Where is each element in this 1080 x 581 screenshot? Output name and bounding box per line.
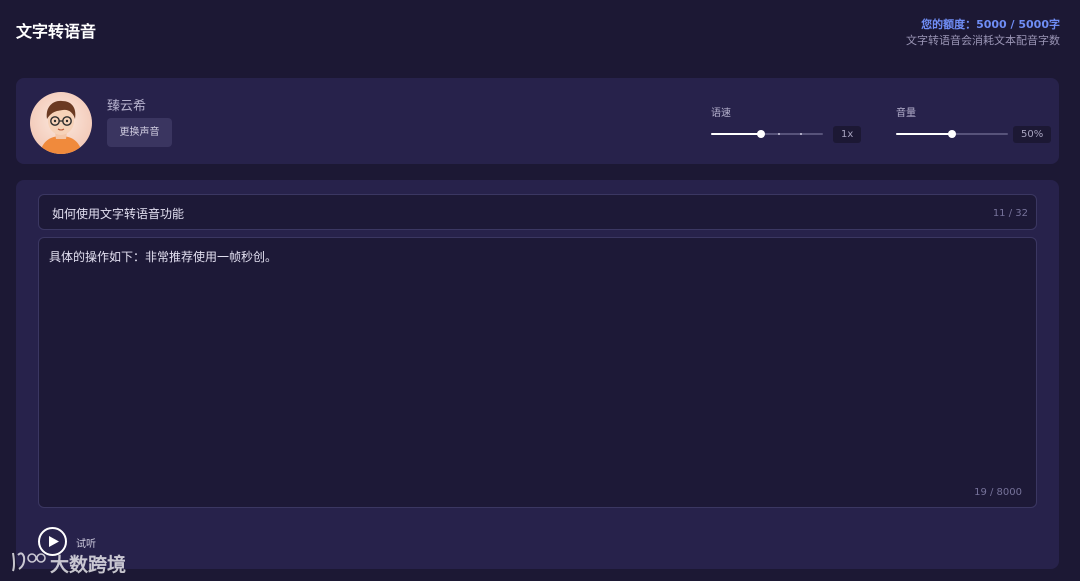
content-textarea[interactable]: 具体的操作如下：非常推荐使用一帧秒创。 19 / 8000 <box>38 237 1037 508</box>
speed-control: 语速 1x <box>711 104 862 143</box>
avatar-illustration-icon <box>30 92 92 154</box>
speed-slider-tick <box>778 133 780 135</box>
quota-note: 文字转语音会消耗文本配音字数 <box>906 34 1060 47</box>
content-textarea-value: 具体的操作如下：非常推荐使用一帧秒创。 <box>49 250 278 264</box>
speed-slider-fill <box>711 133 762 135</box>
volume-value: 50% <box>1013 126 1052 143</box>
title-input-value: 如何使用文字转语音功能 <box>52 207 185 221</box>
volume-label: 音量 <box>896 108 916 119</box>
tts-page: 文字转语音 您的额度：5000 / 5000字 文字转语音会消耗文本配音字数 臻… <box>0 0 1080 581</box>
title-char-count: 11 / 32 <box>992 208 1028 219</box>
quota-amount: 您的额度：5000 / 5000字 <box>921 18 1060 31</box>
voice-settings-panel: 臻云希 更换声音 语速 1x 音量 50% <box>16 78 1059 164</box>
watermark-logo-icon <box>12 552 46 572</box>
preview-label: 试听 <box>76 539 96 550</box>
voice-name: 臻云希 <box>107 99 147 114</box>
speed-slider-tick <box>800 133 802 135</box>
speed-label: 语速 <box>711 108 731 119</box>
volume-control: 音量 50% <box>896 104 1052 143</box>
speed-value: 1x <box>833 126 862 143</box>
change-voice-button[interactable]: 更换声音 <box>107 118 172 147</box>
quota-info: 您的额度：5000 / 5000字 文字转语音会消耗文本配音字数 <box>906 17 1060 49</box>
volume-slider-fill <box>896 133 952 135</box>
voice-avatar <box>30 92 92 154</box>
watermark: 大数跨境 <box>10 547 126 577</box>
speed-slider[interactable] <box>711 130 823 138</box>
page-title: 文字转语音 <box>16 22 97 41</box>
volume-slider-thumb[interactable] <box>948 130 956 138</box>
volume-slider[interactable] <box>896 130 1008 138</box>
speed-slider-thumb[interactable] <box>757 130 766 138</box>
watermark-text: 大数跨境 <box>50 554 127 576</box>
text-editor-panel: 如何使用文字转语音功能 11 / 32 具体的操作如下：非常推荐使用一帧秒创。 … <box>16 180 1059 569</box>
title-input[interactable]: 如何使用文字转语音功能 11 / 32 <box>38 194 1037 230</box>
content-char-count: 19 / 8000 <box>974 487 1022 498</box>
